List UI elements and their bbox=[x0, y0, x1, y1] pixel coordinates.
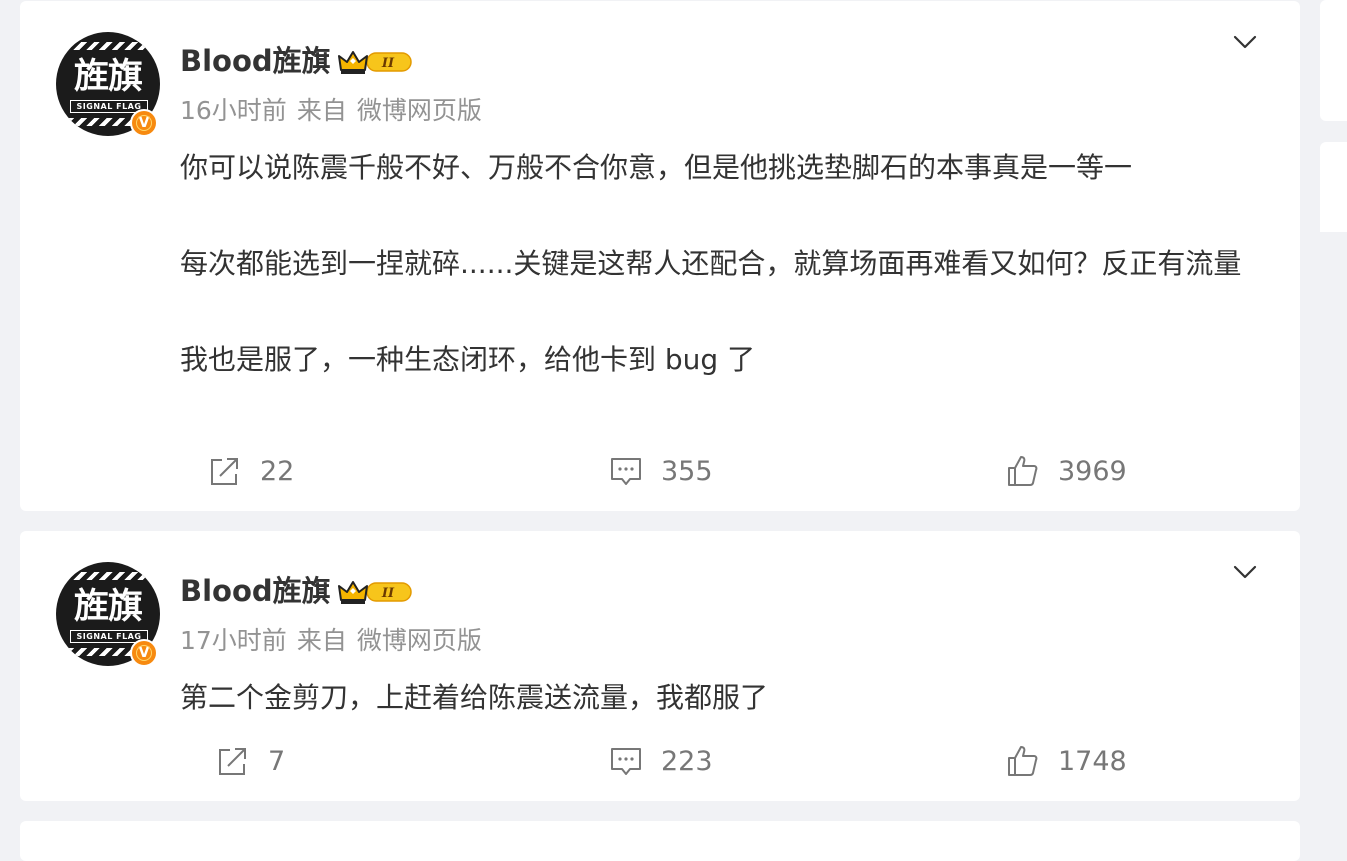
comment-icon bbox=[611, 748, 641, 775]
post-actions: 22 355 3969 bbox=[20, 451, 1300, 491]
source-prefix: 来自 bbox=[296, 626, 347, 655]
author-name[interactable]: Blood旌旗 bbox=[180, 43, 331, 79]
post-paragraph: 你可以说陈震千般不好、万般不合你意，但是他挑选垫脚石的本事真是一等一 bbox=[180, 151, 1133, 184]
thumbs-up-icon bbox=[1008, 456, 1038, 486]
repost-count: 22 bbox=[260, 455, 295, 487]
right-sidebar-card bbox=[1320, 0, 1347, 121]
chevron-down-icon[interactable] bbox=[1230, 557, 1260, 587]
share-icon bbox=[211, 458, 238, 485]
vip-level: II bbox=[381, 56, 395, 71]
weibo-feed: 旌旗 SIGNAL FLAG V Blood旌旗 II 16小时前 来自 微博网页版… bbox=[0, 0, 1347, 861]
like-button[interactable]: 3969 bbox=[1006, 451, 1127, 491]
post-content: 第二个金剪刀，上赶着给陈震送流量，我都服了 bbox=[180, 674, 1270, 722]
post-actions: 7 223 1748 bbox=[20, 741, 1300, 781]
post-card: 旌旗 SIGNAL FLAG V Blood旌旗 II 16小时前 来自 微博网页版… bbox=[20, 1, 1300, 511]
like-button[interactable]: 1748 bbox=[1006, 741, 1127, 781]
comment-count: 223 bbox=[661, 745, 713, 777]
avatar-stripe bbox=[56, 572, 160, 580]
avatar-logo-text: 旌旗 bbox=[73, 56, 143, 97]
post-meta: 17小时前 来自 微博网页版 bbox=[180, 624, 492, 658]
repost-button[interactable]: 22 bbox=[208, 451, 294, 491]
post-time[interactable]: 16小时前 bbox=[180, 96, 287, 125]
right-sidebar-card bbox=[1320, 142, 1347, 232]
like-count: 3969 bbox=[1058, 455, 1127, 487]
post-paragraph: 每次都能选到一捏就碎......关键是这帮人还配合，就算场面再难看又如何？反正有… bbox=[180, 247, 1242, 280]
post-source[interactable]: 微博网页版 bbox=[357, 96, 482, 125]
vip-level: II bbox=[381, 586, 395, 601]
repost-count: 7 bbox=[268, 745, 286, 777]
verified-badge-icon: V bbox=[130, 639, 158, 667]
like-count: 1748 bbox=[1058, 745, 1127, 777]
post-meta: 16小时前 来自 微博网页版 bbox=[180, 94, 492, 128]
crown-icon[interactable]: II bbox=[337, 48, 415, 76]
post-paragraph: 我也是服了，一种生态闭环，给他卡到 bug 了 bbox=[180, 343, 756, 376]
post-time[interactable]: 17小时前 bbox=[180, 626, 287, 655]
comment-count: 355 bbox=[661, 455, 713, 487]
share-icon bbox=[219, 748, 246, 775]
comment-button[interactable]: 223 bbox=[609, 741, 713, 781]
verified-badge-icon: V bbox=[130, 109, 158, 137]
comment-button[interactable]: 355 bbox=[609, 451, 713, 491]
thumbs-up-icon bbox=[1008, 746, 1038, 776]
post-source[interactable]: 微博网页版 bbox=[357, 626, 482, 655]
post-content: 你可以说陈震千般不好、万般不合你意，但是他挑选垫脚石的本事真是一等一 每次都能选… bbox=[180, 144, 1270, 384]
chevron-down-icon[interactable] bbox=[1230, 27, 1260, 57]
post-paragraph: 第二个金剪刀，上赶着给陈震送流量，我都服了 bbox=[180, 681, 769, 714]
post-card: 旌旗 SIGNAL FLAG V Blood旌旗 II 17小时前 来自 微博网页版… bbox=[20, 531, 1300, 801]
crown-icon[interactable]: II bbox=[337, 578, 415, 606]
comment-icon bbox=[611, 458, 641, 485]
source-prefix: 来自 bbox=[296, 96, 347, 125]
repost-button[interactable]: 7 bbox=[216, 741, 285, 781]
author-name[interactable]: Blood旌旗 bbox=[180, 573, 331, 609]
avatar-stripe bbox=[56, 42, 160, 50]
avatar-logo-text: 旌旗 bbox=[73, 586, 143, 627]
post-card bbox=[20, 821, 1300, 861]
